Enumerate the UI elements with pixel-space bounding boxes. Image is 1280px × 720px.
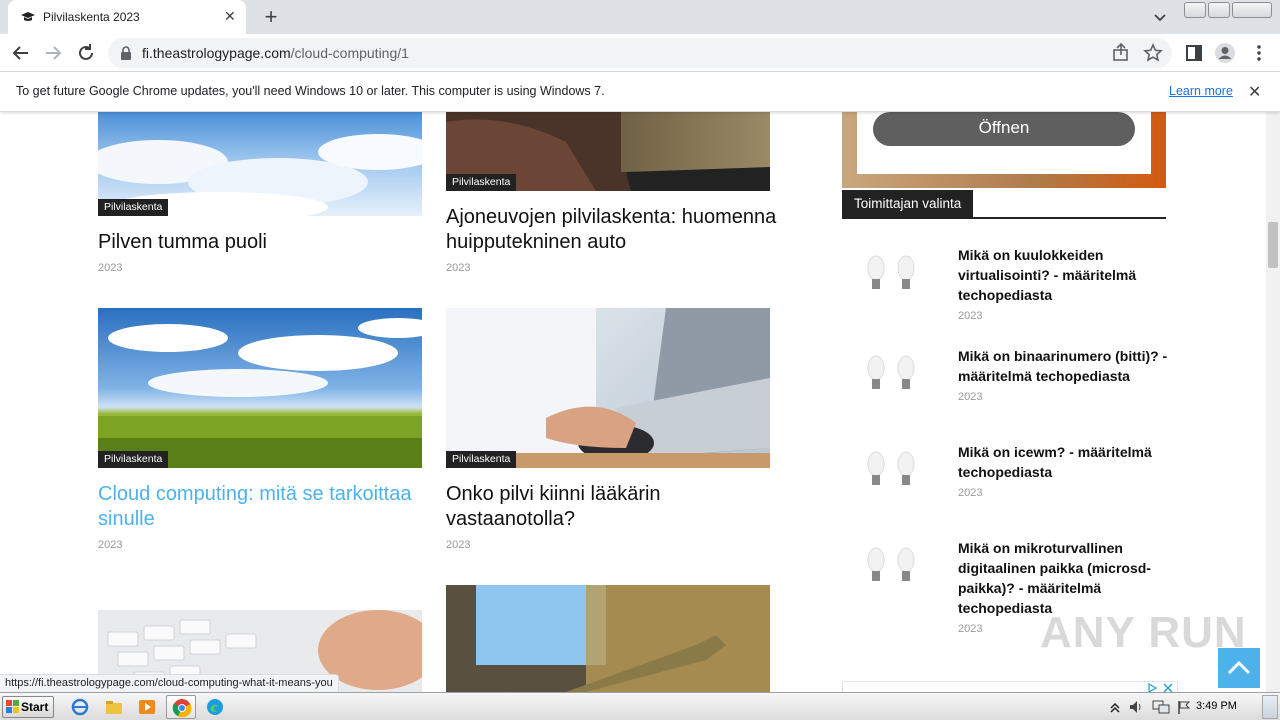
adchoices-icon[interactable] (1147, 683, 1175, 692)
network-icon[interactable] (1152, 699, 1170, 715)
profile-avatar-icon[interactable] (1214, 42, 1236, 64)
close-window-button[interactable] (1232, 2, 1272, 18)
article-date: 2023 (446, 539, 471, 551)
heading-divider (842, 217, 1166, 219)
reload-icon[interactable] (75, 42, 97, 64)
article-date: 2023 (446, 262, 471, 274)
chevron-up-icon (1227, 660, 1251, 675)
article-title[interactable]: Ajoneuvojen pilvilaskenta: huomenna huip… (446, 205, 806, 255)
article-thumbnail[interactable] (446, 308, 770, 468)
doctor-laptop-image (446, 308, 770, 468)
back-to-top-button[interactable] (1218, 648, 1260, 688)
category-badge[interactable]: Pilvilaskenta (98, 199, 169, 216)
start-label: Start (21, 700, 49, 714)
sky-meadow-image (98, 318, 422, 468)
edge-icon[interactable] (204, 697, 226, 717)
sidebar-article-date: 2023 (958, 310, 983, 322)
restore-button[interactable] (1208, 2, 1230, 18)
ad-open-button[interactable]: Öffnen (873, 112, 1135, 146)
category-badge[interactable]: Pilvilaskenta (446, 451, 517, 468)
browser-tab[interactable]: Pilvilaskenta 2023 ✕ (8, 0, 246, 34)
sidebar-article-title[interactable]: Mikä on icewm? - määritelmä techopediast… (958, 442, 1168, 482)
light-bulbs-thumbnail[interactable] (853, 444, 933, 504)
light-bulbs-thumbnail[interactable] (853, 540, 933, 600)
page-scrollbar[interactable] (1266, 112, 1280, 692)
category-badge[interactable]: Pilvilaskenta (446, 174, 517, 191)
sidebar-article-date: 2023 (958, 487, 983, 499)
back-icon[interactable] (10, 42, 32, 64)
system-clock[interactable]: 3:49 PM (1196, 700, 1237, 712)
sidebar-article-title[interactable]: Mikä on kuulokkeiden virtualisointi? - m… (958, 245, 1168, 305)
scrollbar-thumb[interactable] (1268, 222, 1278, 268)
sidebar-article-date: 2023 (958, 623, 983, 635)
bookmark-star-icon[interactable] (1142, 42, 1164, 64)
taskbar-chrome-active[interactable] (166, 695, 196, 719)
tab-strip: Pilvilaskenta 2023 ✕ + (0, 0, 1280, 34)
tray-expand-icon[interactable] (1110, 701, 1120, 713)
page-content: Pilvilaskenta Pilven tumma puoli 2023 Pi… (0, 112, 1266, 692)
update-infobar: To get future Google Chrome updates, you… (0, 72, 1280, 112)
advertisement[interactable]: Öffnen (842, 112, 1166, 188)
tab-close-icon[interactable]: ✕ (224, 8, 236, 25)
ad-panel: Öffnen (857, 112, 1151, 174)
url-path: /cloud-computing/1 (290, 45, 409, 61)
address-bar[interactable]: fi.theastrologypage.com/cloud-computing/… (108, 38, 1172, 68)
light-bulbs-thumbnail[interactable] (853, 248, 933, 308)
sidebar-article-date: 2023 (958, 391, 983, 403)
url-domain: fi.theastrologypage.com (142, 45, 291, 61)
article-thumbnail[interactable] (446, 585, 770, 692)
article-title[interactable]: Pilven tumma puoli (98, 230, 422, 255)
chevron-down-icon[interactable] (1152, 9, 1168, 25)
browser-toolbar: fi.theastrologypage.com/cloud-computing/… (0, 34, 1280, 72)
chrome-icon (172, 699, 192, 718)
category-badge[interactable]: Pilvilaskenta (98, 451, 169, 468)
sidebar-article-title[interactable]: Mikä on mikroturvallinen digitaalinen pa… (958, 538, 1168, 618)
learn-more-link[interactable]: Learn more (1169, 84, 1233, 98)
minimize-button[interactable] (1184, 2, 1206, 18)
new-tab-button[interactable]: + (260, 4, 282, 30)
article-title[interactable]: Onko pilvi kiinni lääkärin vastaanotolla… (446, 482, 786, 532)
monitor-key-image (446, 585, 770, 692)
lock-icon[interactable] (120, 46, 132, 60)
graduation-cap-icon (21, 12, 35, 21)
light-bulbs-thumbnail[interactable] (853, 348, 933, 408)
article-thumbnail[interactable] (98, 308, 422, 468)
infobar-message: To get future Google Chrome updates, you… (16, 84, 605, 98)
show-desktop-button[interactable] (1262, 695, 1278, 719)
infobar-close-icon[interactable]: ✕ (1248, 82, 1261, 102)
media-player-icon[interactable] (136, 697, 158, 717)
tab-title: Pilvilaskenta 2023 (43, 10, 140, 24)
article-title-hovered[interactable]: Cloud computing: mitä se tarkoittaa sinu… (98, 482, 438, 532)
windows-taskbar: Start 3:49 PM (0, 692, 1280, 720)
windows-logo-icon (6, 700, 19, 713)
forward-icon[interactable] (42, 42, 64, 64)
article-date: 2023 (98, 262, 123, 274)
editors-pick-heading: Toimittajan valinta (842, 190, 974, 217)
action-center-flag-icon[interactable] (1176, 699, 1192, 715)
anyrun-watermark: ANY RUN (1040, 608, 1247, 657)
internet-explorer-icon[interactable] (69, 697, 91, 717)
kebab-menu-icon[interactable] (1248, 42, 1270, 64)
start-button[interactable]: Start (2, 696, 54, 718)
sidebar-article-title[interactable]: Mikä on binaarinumero (bitti)? - määrite… (958, 346, 1168, 386)
article-date: 2023 (98, 539, 123, 551)
ad-slot[interactable] (842, 681, 1178, 692)
side-panel-icon[interactable] (1183, 42, 1205, 64)
status-bubble-url: https://fi.theastrologypage.com/cloud-co… (0, 674, 339, 692)
share-icon[interactable] (1110, 42, 1132, 64)
file-explorer-icon[interactable] (103, 697, 125, 717)
volume-icon[interactable] (1128, 699, 1144, 715)
url-text: fi.theastrologypage.com/cloud-computing/… (142, 45, 409, 61)
